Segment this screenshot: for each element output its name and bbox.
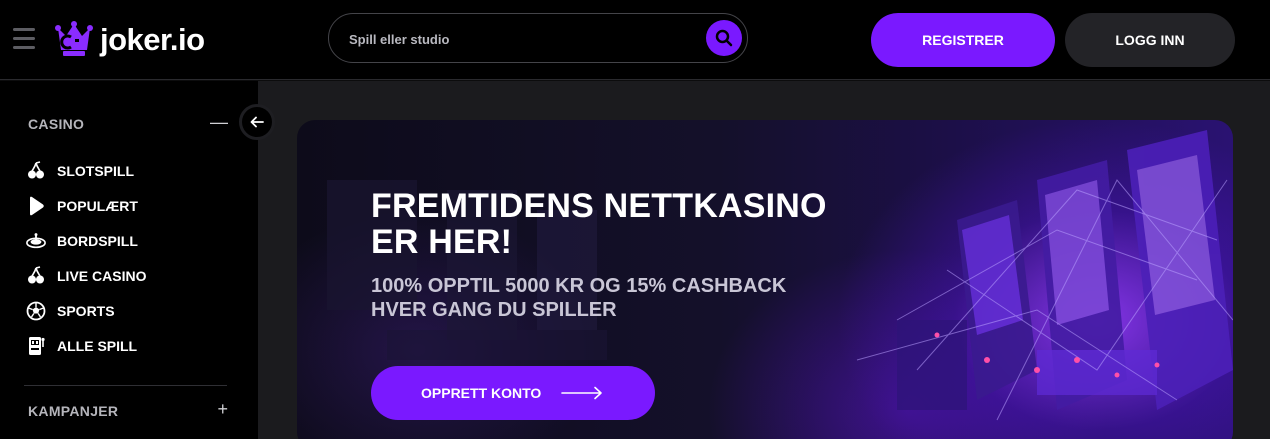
slot-machine-icon	[26, 336, 46, 356]
cherries-icon	[26, 266, 46, 286]
hero-subtitle-line: HVER GANG DU SPILLER	[371, 299, 617, 321]
sidebar-item-sports[interactable]: SPORTS	[26, 299, 115, 323]
hero-title: FREMTIDENS NETTKASINO ER HER!	[371, 188, 827, 260]
search-input[interactable]	[349, 26, 699, 52]
menu-icon[interactable]	[13, 28, 35, 52]
sidebar-item-live-casino[interactable]: LIVE CASINO	[26, 264, 146, 288]
campaigns-section-label: KAMPANJER	[28, 403, 119, 419]
register-button[interactable]: REGISTRER	[871, 13, 1055, 67]
sidebar-item-bordspill[interactable]: BORDSPILL	[26, 229, 138, 253]
sidebar-item-label: LIVE CASINO	[57, 268, 147, 284]
campaigns-expand-toggle[interactable]: +	[217, 399, 228, 420]
sidebar-item-label: ALLE SPILL	[57, 338, 138, 354]
arrow-left-icon	[250, 116, 264, 128]
casino-section-label: CASINO	[28, 116, 85, 132]
create-account-button[interactable]: OPPRETT KONTO	[371, 366, 655, 420]
create-account-label: OPPRETT KONTO	[421, 385, 542, 401]
login-button[interactable]: LOGG INN	[1065, 13, 1235, 67]
search-icon	[715, 29, 733, 47]
sidebar-item-label: SPORTS	[57, 303, 115, 319]
sidebar-item-alle-spill[interactable]: ALLE SPILL	[26, 334, 137, 358]
casino-collapse-toggle[interactable]: —	[210, 112, 228, 133]
arrow-right-icon	[561, 386, 603, 400]
hero-banner: FREMTIDENS NETTKASINO ER HER! 100% OPPTI…	[297, 120, 1233, 439]
hero-subtitle: 100% OPPTIL 5000 KR OG 15% CASHBACK HVER…	[371, 274, 786, 322]
logo-text: joker.io	[100, 22, 205, 57]
sidebar-item-label: SLOTSPILL	[57, 163, 134, 179]
sidebar-divider	[24, 385, 227, 386]
sidebar-item-populaert[interactable]: POPULÆRT	[26, 194, 138, 218]
hero-title-line: ER HER!	[371, 223, 513, 261]
play-icon	[26, 196, 46, 216]
soccer-ball-icon	[26, 301, 46, 321]
search-button[interactable]	[706, 20, 742, 56]
logo[interactable]: joker.io	[54, 20, 205, 60]
hero-title-line: FREMTIDENS NETTKASINO	[371, 187, 827, 225]
sidebar-item-slotspill[interactable]: SLOTSPILL	[26, 159, 134, 183]
sidebar-item-label: POPULÆRT	[57, 198, 138, 214]
sidebar-item-label: BORDSPILL	[57, 233, 138, 249]
hero-subtitle-line: 100% OPPTIL 5000 KR OG 15% CASHBACK	[371, 275, 787, 297]
roulette-icon	[26, 231, 46, 251]
joker-crown-icon	[55, 21, 93, 56]
search-bar	[328, 13, 748, 63]
sidebar-collapse-button[interactable]	[239, 104, 275, 140]
top-header: joker.io REGISTRER LOGG INN	[0, 0, 1270, 80]
sidebar: CASINO — SLOTSPILL POPULÆRT BORDSPILL LI…	[0, 81, 258, 439]
cherries-icon	[26, 161, 46, 181]
